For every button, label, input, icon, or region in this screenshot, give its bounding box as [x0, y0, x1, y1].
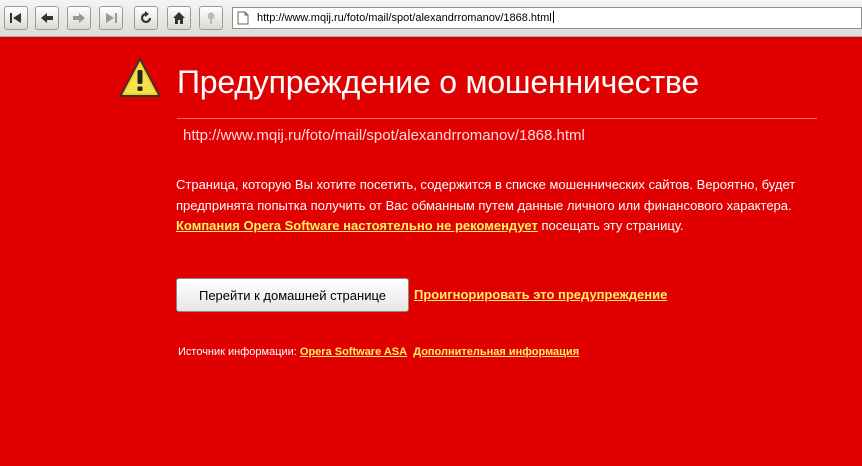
go-home-button[interactable]: Перейти к домашней странице	[176, 278, 409, 312]
source-info: Источник информации: Opera Software ASA …	[178, 346, 579, 358]
more-info-link[interactable]: Дополнительная информация	[413, 346, 579, 358]
page-title: Предупреждение о мошенничестве	[177, 64, 699, 100]
back-button[interactable]	[35, 6, 59, 30]
rewind-button[interactable]	[4, 6, 28, 30]
wand-icon	[207, 12, 215, 24]
page-icon	[237, 11, 249, 25]
title-divider	[177, 118, 817, 119]
home-icon	[173, 12, 185, 24]
address-text: http://www.mqij.ru/foto/mail/spot/alexan…	[257, 11, 554, 24]
opera-recommendation-link[interactable]: Компания Opera Software настоятельно не …	[176, 218, 538, 233]
home-button[interactable]	[167, 6, 191, 30]
browser-toolbar: http://www.mqij.ru/foto/mail/spot/alexan…	[0, 0, 862, 37]
warning-description: Страница, которую Вы хотите посетить, со…	[176, 175, 821, 237]
fast-forward-icon	[106, 13, 117, 23]
back-icon	[41, 13, 53, 23]
reload-button[interactable]	[134, 6, 158, 30]
source-link[interactable]: Opera Software ASA	[300, 346, 407, 358]
warning-icon	[119, 57, 161, 97]
description-text-2: посещать эту страницу.	[537, 218, 684, 233]
reload-icon	[140, 11, 152, 24]
ignore-warning-link[interactable]: Проигнорировать это предупреждение	[414, 287, 667, 302]
forward-button[interactable]	[67, 6, 91, 30]
rewind-icon	[10, 13, 21, 23]
source-label: Источник информации:	[178, 346, 300, 358]
fast-forward-button[interactable]	[99, 6, 123, 30]
wand-button[interactable]	[199, 6, 223, 30]
description-text-1: Страница, которую Вы хотите посетить, со…	[176, 177, 796, 213]
blocked-url: http://www.mqij.ru/foto/mail/spot/alexan…	[183, 127, 585, 144]
address-bar[interactable]: http://www.mqij.ru/foto/mail/spot/alexan…	[232, 7, 862, 29]
forward-icon	[73, 13, 85, 23]
